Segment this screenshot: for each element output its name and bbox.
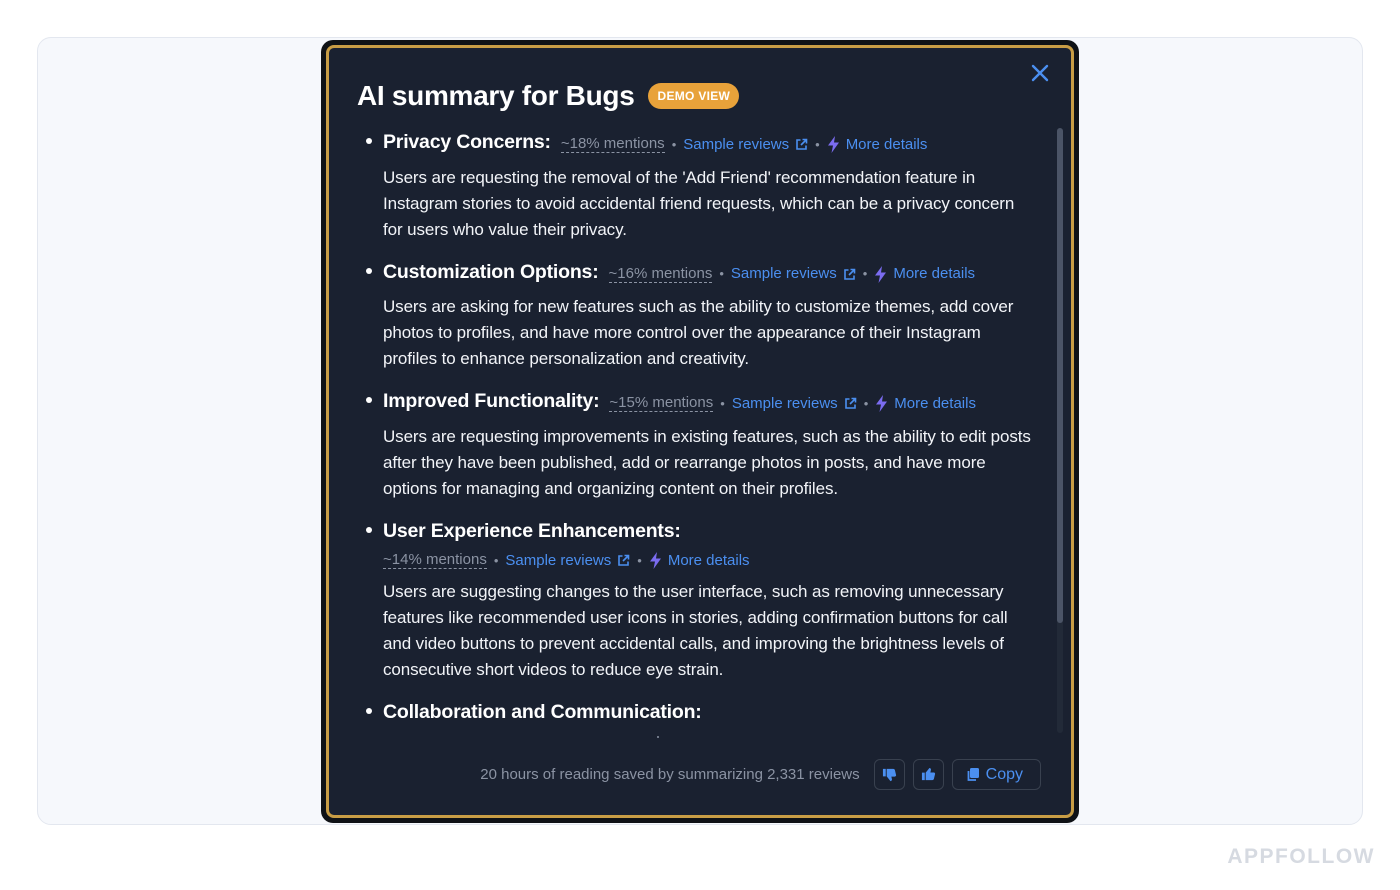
summary-item: Customization Options: ~16% mentions • S… (357, 258, 1037, 373)
more-details-label: More details (667, 551, 750, 569)
separator-dot: • (493, 552, 499, 568)
item-title: Privacy Concerns: (383, 131, 551, 153)
thumbs-down-icon (882, 768, 896, 782)
bullet (366, 707, 372, 714)
summary-item: User Experience Enhancements: ~14% menti… (357, 517, 1037, 683)
summary-modal: AI summary for Bugs DEMO VIEW Privacy Co… (321, 40, 1079, 823)
mentions-percentage[interactable]: ~16% mentions (608, 265, 713, 283)
external-link-icon (843, 268, 856, 280)
separator-dot: • (671, 136, 677, 152)
item-description: Users are requesting improvements in exi… (383, 426, 1031, 498)
appfollow-watermark: APPFOLLOW (1227, 845, 1375, 868)
separator-dot: • (863, 395, 869, 411)
separator-dot: • (637, 552, 642, 568)
copy-label: Copy (985, 765, 1023, 783)
sample-reviews-link[interactable]: Sample reviews (732, 390, 857, 418)
item-title: Collaboration and Communication: (383, 700, 702, 723)
separator-dot: • (815, 136, 820, 152)
external-link-icon (844, 397, 856, 409)
item-description: Users are suggesting changes to the user… (383, 581, 1008, 679)
lightning-bolt-icon (875, 265, 887, 283)
more-details-label: More details (893, 265, 976, 282)
sample-reviews-link[interactable]: Sample reviews (505, 549, 630, 573)
item-title: User Experience Enhancements: (383, 519, 681, 542)
mentions-percentage[interactable]: ~15% mentions (609, 395, 714, 412)
lightning-bolt-icon (649, 552, 661, 569)
external-link-icon (618, 554, 630, 566)
more-details-label: More details (845, 135, 928, 153)
bullet (366, 267, 372, 274)
copy-button[interactable]: Copy (951, 759, 1041, 790)
item-title: Customization Options: (383, 260, 599, 283)
sample-reviews-label: Sample reviews (730, 265, 837, 282)
sample-reviews-link[interactable]: Sample reviews (683, 131, 808, 159)
item-description: Users are asking for new features such a… (383, 297, 1014, 368)
modal-title: AI summary for Bugs (357, 80, 635, 111)
scrollbar[interactable] (1057, 128, 1063, 733)
sample-reviews-label: Sample reviews (731, 394, 838, 412)
sample-reviews-link[interactable]: Sample reviews (731, 260, 856, 288)
item-description: Users are requesting the removal of the … (383, 167, 1015, 239)
thumbs-up-icon (921, 767, 935, 781)
more-details-link[interactable]: More details (649, 549, 750, 573)
close-button[interactable] (1029, 62, 1051, 84)
sample-reviews-label: Sample reviews (505, 551, 612, 569)
thumbs-down-button[interactable] (873, 759, 905, 790)
demo-view-badge: DEMO VIEW (648, 83, 740, 109)
modal-footer: 20 hours of reading saved by summarizing… (480, 759, 1041, 790)
summary-modal-inner: AI summary for Bugs DEMO VIEW Privacy Co… (326, 45, 1074, 818)
close-icon (1031, 64, 1049, 82)
lightning-bolt-icon (827, 136, 839, 153)
scrollbar-thumb[interactable] (1057, 128, 1063, 623)
bullet (366, 526, 372, 533)
mentions-percentage[interactable]: ~18% mentions (560, 136, 665, 153)
modal-header: AI summary for Bugs DEMO VIEW (357, 80, 740, 112)
more-details-link[interactable]: More details (875, 390, 976, 418)
summary-item: Improved Functionality: ~15% mentions • … (357, 387, 1037, 502)
more-details-link[interactable]: More details (827, 131, 928, 159)
summary-list[interactable]: Privacy Concerns: ~18% mentions • Sample… (357, 128, 1037, 736)
item-title: Improved Functionality: (383, 390, 600, 412)
bullet (366, 397, 372, 403)
external-link-icon (796, 138, 808, 150)
summary-item: Privacy Concerns: ~18% mentions • Sample… (357, 128, 1037, 243)
time-saved-text: 20 hours of reading saved by summarizing… (480, 766, 860, 783)
lightning-bolt-icon (876, 395, 888, 412)
sample-reviews-label: Sample reviews (683, 135, 790, 153)
bullet (366, 138, 372, 144)
more-details-link[interactable]: More details (874, 260, 975, 288)
separator-dot: • (719, 266, 724, 281)
mentions-percentage[interactable]: ~14% mentions (383, 552, 487, 569)
separator-dot: • (720, 395, 725, 411)
more-details-label: More details (894, 394, 976, 412)
summary-item: Collaboration and Communication: (357, 698, 1037, 726)
copy-icon (967, 768, 979, 781)
separator-dot: • (862, 266, 868, 281)
thumbs-up-button[interactable] (912, 759, 944, 790)
scroll-fade-marker (657, 736, 659, 738)
